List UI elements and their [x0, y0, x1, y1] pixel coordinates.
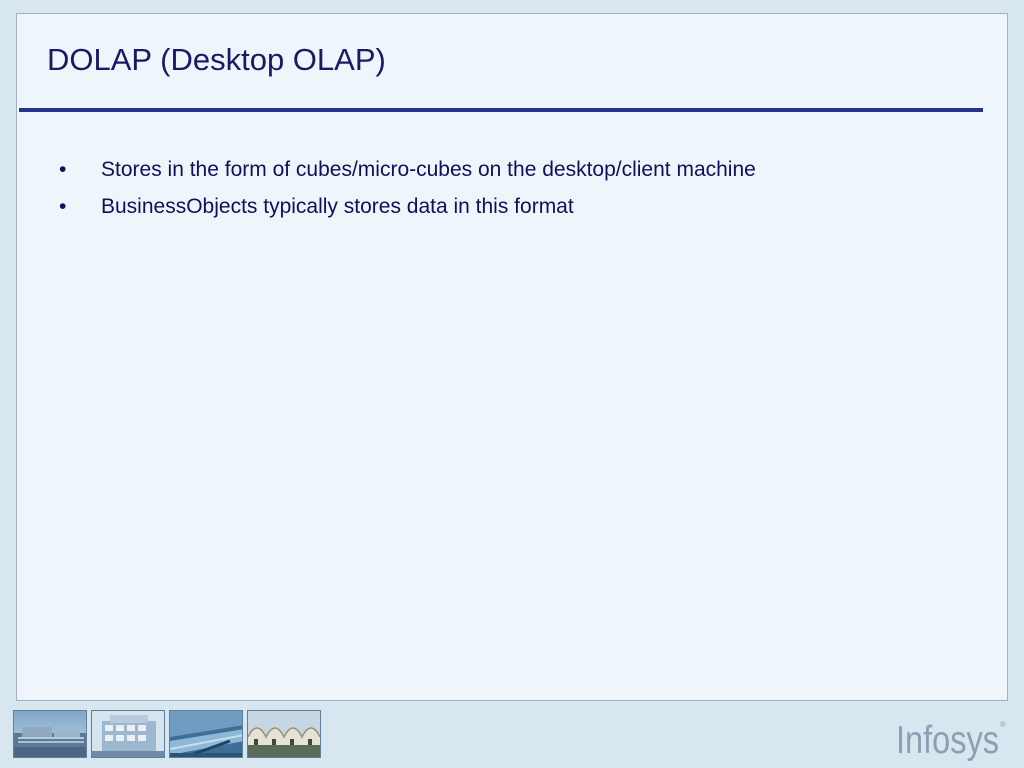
bullet-text: Stores in the form of cubes/micro-cubes … — [101, 158, 756, 181]
footer-photo-strip — [13, 710, 321, 758]
title-divider — [19, 108, 983, 112]
bullet-item: • Stores in the form of cubes/micro-cube… — [59, 151, 756, 188]
bullet-list: • Stores in the form of cubes/micro-cube… — [59, 151, 756, 225]
campus-building-photo-icon — [13, 710, 87, 758]
bullet-icon: • — [59, 158, 67, 181]
bullet-icon: • — [59, 195, 67, 218]
registered-mark-icon: ® — [1000, 720, 1006, 729]
glass-building-photo-icon — [91, 710, 165, 758]
slide-title: DOLAP (Desktop OLAP) — [47, 42, 386, 77]
infosys-logo: Infosys ® — [896, 715, 1008, 761]
arched-roof-photo-icon — [247, 710, 321, 758]
logo-wordmark: Infosys — [896, 719, 999, 761]
slide-frame: DOLAP (Desktop OLAP) • Stores in the for… — [16, 13, 1008, 701]
bullet-text: BusinessObjects typically stores data in… — [101, 195, 574, 218]
atrium-photo-icon — [169, 710, 243, 758]
bullet-item: • BusinessObjects typically stores data … — [59, 188, 756, 225]
